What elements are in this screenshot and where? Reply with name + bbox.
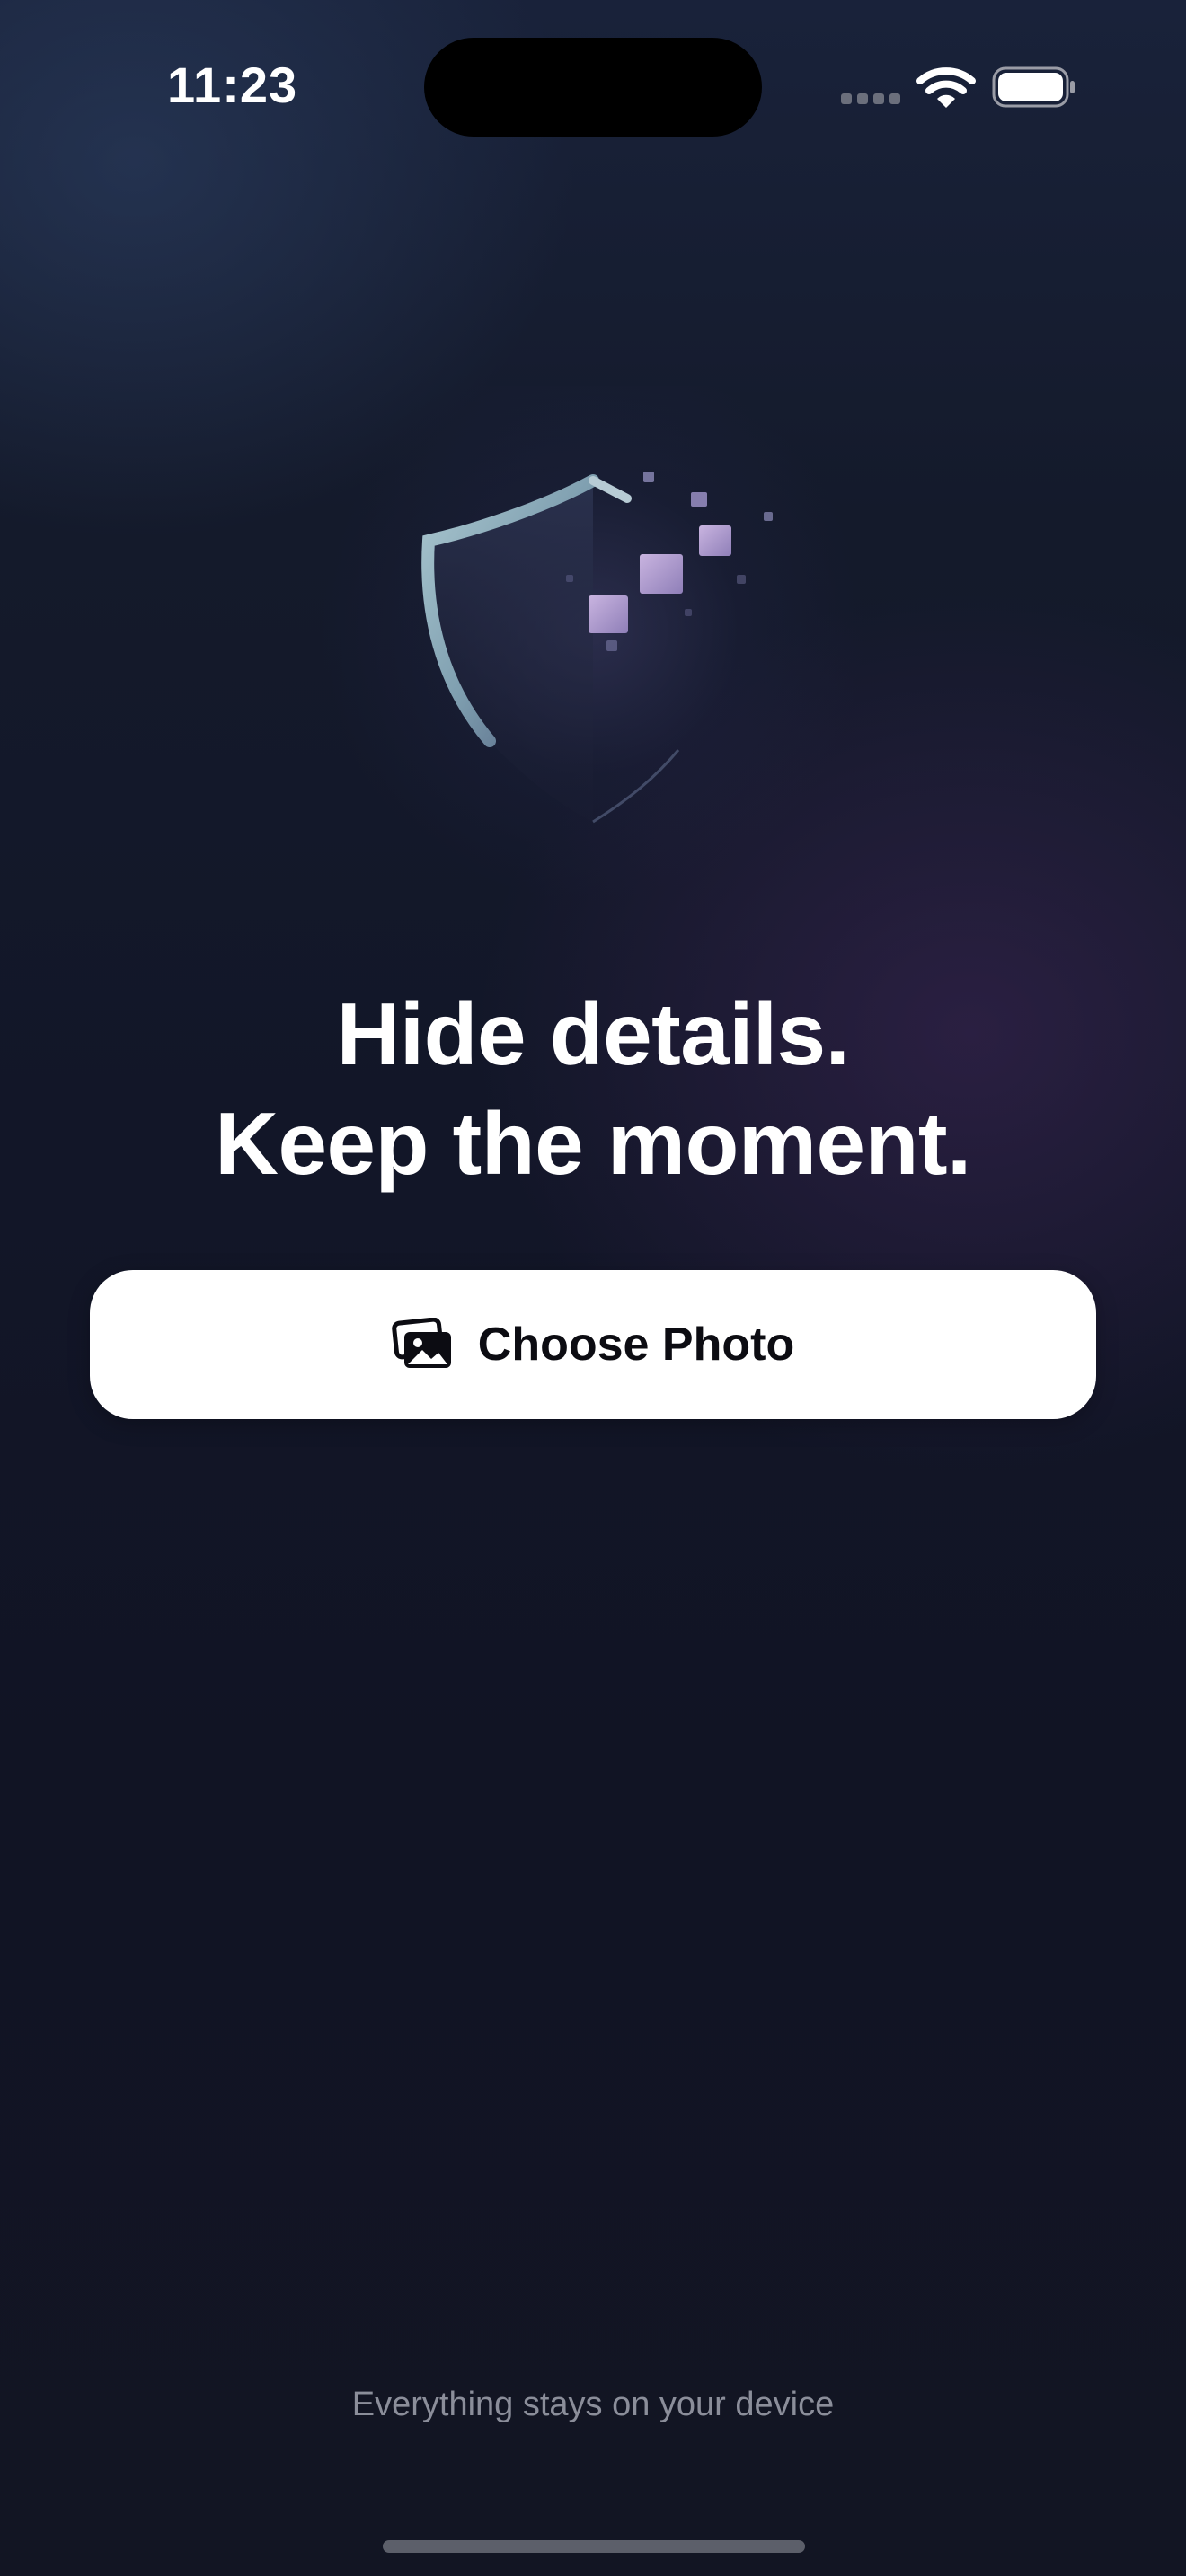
headline-line-1: Hide details. — [336, 984, 850, 1083]
choose-photo-button[interactable]: Choose Photo — [90, 1270, 1096, 1419]
home-indicator[interactable] — [383, 2540, 805, 2553]
status-time: 11:23 — [167, 57, 298, 113]
cellular-signal-icon — [841, 93, 900, 106]
battery-icon — [992, 66, 1075, 108]
headline-line-2: Keep the moment. — [215, 1094, 971, 1193]
shield-pixelate-icon — [421, 472, 773, 824]
dynamic-island — [424, 38, 762, 137]
photo-stack-icon — [392, 1318, 451, 1368]
choose-photo-label: Choose Photo — [477, 1319, 795, 1371]
headline: Hide details. Keep the moment. — [0, 979, 1186, 1198]
wifi-icon — [916, 67, 976, 108]
privacy-note: Everything stays on your device — [351, 2386, 835, 2423]
